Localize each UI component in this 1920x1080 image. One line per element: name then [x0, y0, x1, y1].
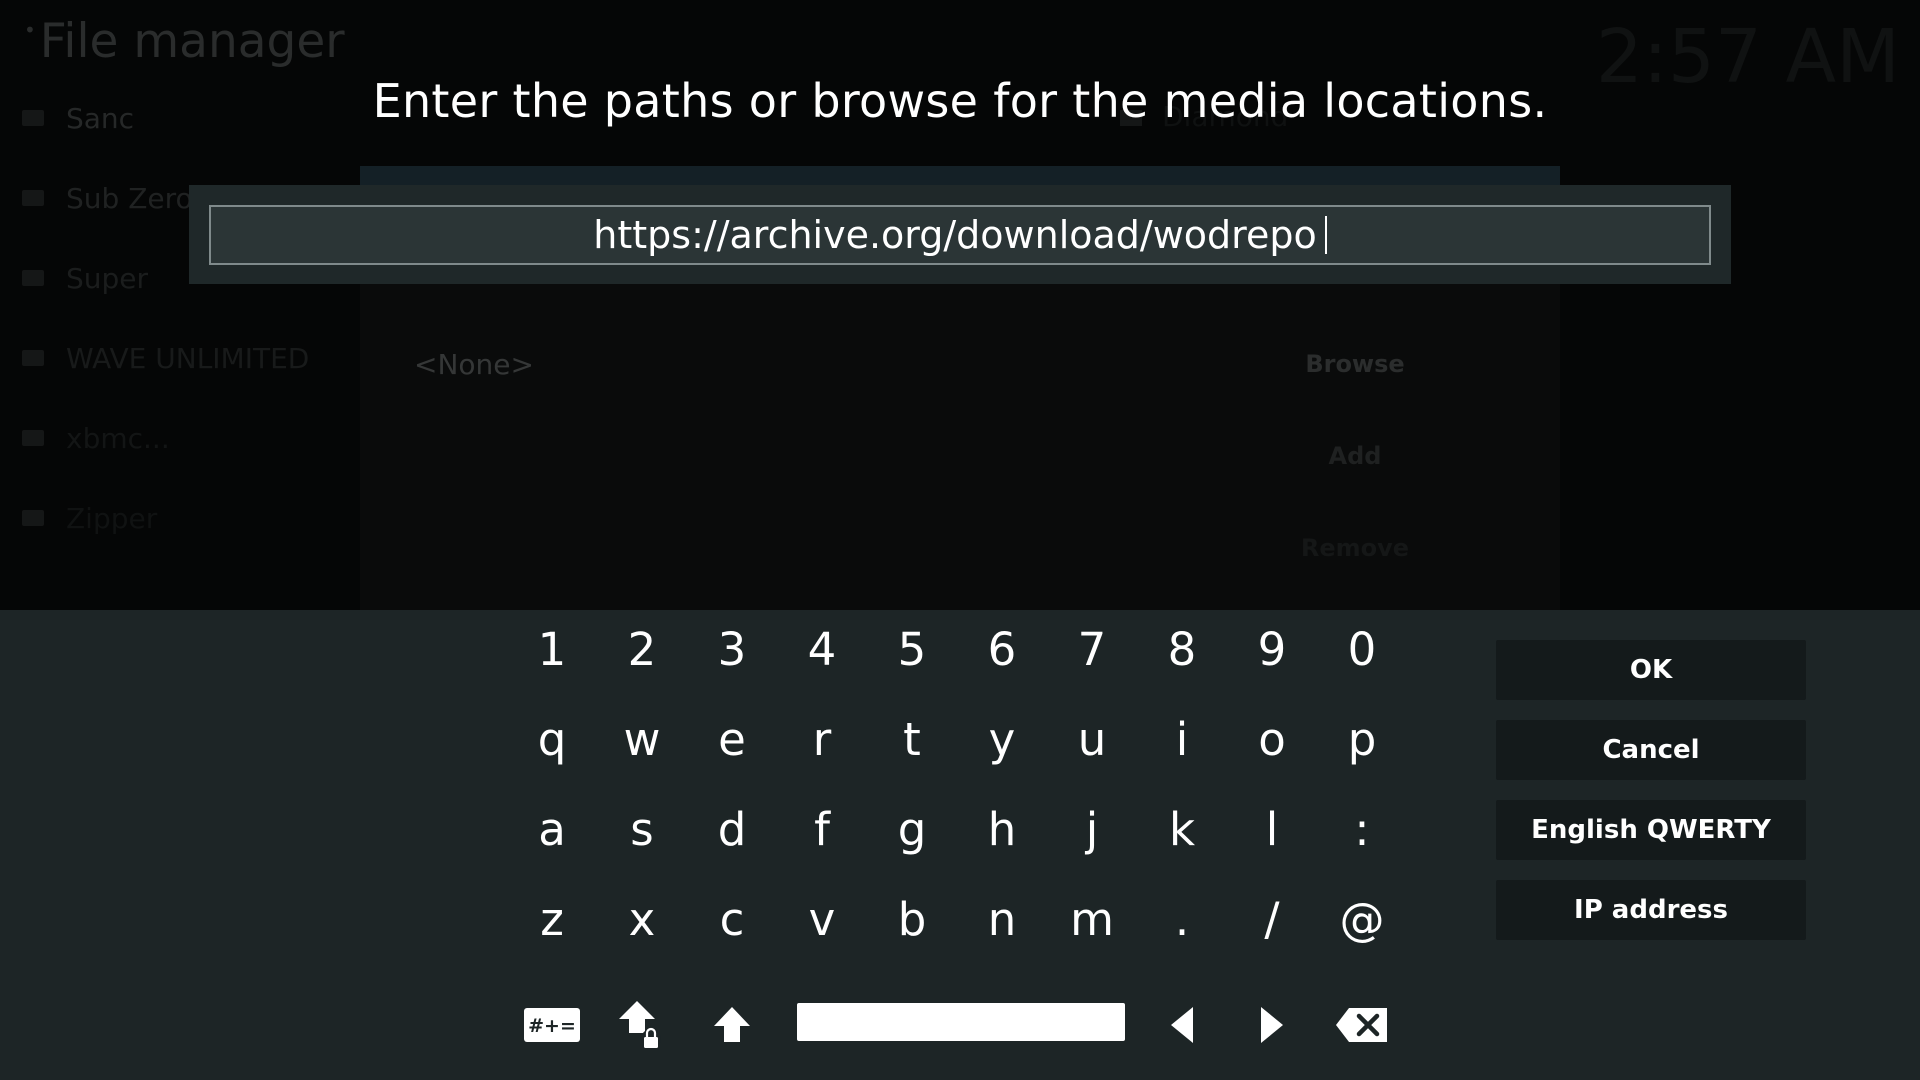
folder-icon: [22, 430, 44, 446]
key-e[interactable]: e: [692, 700, 772, 780]
folder-icon: [22, 190, 44, 206]
shift-icon: [714, 1007, 750, 1042]
ip-address-button[interactable]: IP address: [1496, 880, 1806, 940]
cursor-left-key[interactable]: [1142, 982, 1222, 1062]
bullet-icon: •: [24, 18, 36, 42]
ok-button[interactable]: OK: [1496, 640, 1806, 700]
caps-lock-icon: [619, 1001, 661, 1049]
key-f[interactable]: f: [782, 790, 862, 870]
key-d[interactable]: d: [692, 790, 772, 870]
key-h[interactable]: h: [962, 790, 1042, 870]
sidebar-item: Zipper: [22, 502, 157, 542]
path-input-value: https://archive.org/download/wodrepo: [593, 213, 1317, 257]
key-i[interactable]: i: [1142, 700, 1222, 780]
key-p[interactable]: p: [1322, 700, 1402, 780]
key-m[interactable]: m: [1052, 880, 1132, 960]
right-arrow-icon: [1261, 1007, 1283, 1043]
key-j[interactable]: j: [1052, 790, 1132, 870]
cancel-button[interactable]: Cancel: [1496, 720, 1806, 780]
key-c[interactable]: c: [692, 880, 772, 960]
key-colon[interactable]: :: [1322, 790, 1402, 870]
add-button: Add: [1328, 442, 1382, 470]
path-input[interactable]: https://archive.org/download/wodrepo: [209, 205, 1711, 265]
key-w[interactable]: w: [602, 700, 682, 780]
key-o[interactable]: o: [1232, 700, 1312, 780]
shift-key[interactable]: [692, 982, 772, 1062]
key-k[interactable]: k: [1142, 790, 1222, 870]
key-4[interactable]: 4: [782, 610, 862, 690]
panel-header-bar: [360, 166, 1560, 186]
key-slash[interactable]: /: [1232, 880, 1312, 960]
key-s[interactable]: s: [602, 790, 682, 870]
key-period[interactable]: .: [1142, 880, 1222, 960]
sidebar-item: Super: [22, 262, 148, 302]
key-g[interactable]: g: [872, 790, 952, 870]
key-6[interactable]: 6: [962, 610, 1042, 690]
key-b[interactable]: b: [872, 880, 952, 960]
on-screen-keyboard: 1 2 3 4 5 6 7 8 9 0 q w e r t y u i o p …: [0, 610, 1920, 1080]
dialog-heading: Enter the paths or browse for the media …: [372, 74, 1548, 128]
cursor-right-key[interactable]: [1232, 982, 1312, 1062]
backspace-key[interactable]: [1322, 982, 1402, 1062]
keyboard-layout-button[interactable]: English QWERTY: [1496, 800, 1806, 860]
key-2[interactable]: 2: [602, 610, 682, 690]
key-z[interactable]: z: [512, 880, 592, 960]
sidebar-item: xbmc...: [22, 422, 170, 462]
path-input-frame: https://archive.org/download/wodrepo: [189, 185, 1731, 284]
browse-button: Browse: [1305, 350, 1405, 378]
key-r[interactable]: r: [782, 700, 862, 780]
folder-icon: [22, 270, 44, 286]
remove-button: Remove: [1300, 534, 1410, 562]
key-x[interactable]: x: [602, 880, 682, 960]
sidebar-item: WAVE UNLIMITED: [22, 342, 309, 382]
sidebar-item: Sub Zero: [22, 182, 193, 222]
key-0[interactable]: 0: [1322, 610, 1402, 690]
folder-icon: [22, 350, 44, 366]
spacebar[interactable]: [797, 1003, 1125, 1041]
key-7[interactable]: 7: [1052, 610, 1132, 690]
folder-icon: [22, 510, 44, 526]
key-v[interactable]: v: [782, 880, 862, 960]
text-caret: [1324, 216, 1327, 254]
left-arrow-icon: [1171, 1007, 1193, 1043]
window-title: •File manager: [24, 14, 345, 69]
key-at[interactable]: @: [1322, 880, 1402, 960]
key-q[interactable]: q: [512, 700, 592, 780]
symbols-icon: #+=: [524, 1008, 580, 1042]
svg-text:#+=: #+=: [528, 1015, 576, 1037]
key-5[interactable]: 5: [872, 610, 952, 690]
key-t[interactable]: t: [872, 700, 952, 780]
caps-lock-key[interactable]: [602, 982, 682, 1062]
source-list-value: <None>: [414, 348, 534, 381]
key-8[interactable]: 8: [1142, 610, 1222, 690]
symbols-key[interactable]: #+=: [512, 982, 592, 1062]
key-9[interactable]: 9: [1232, 610, 1312, 690]
key-l[interactable]: l: [1232, 790, 1312, 870]
key-1[interactable]: 1: [512, 610, 592, 690]
key-n[interactable]: n: [962, 880, 1042, 960]
key-u[interactable]: u: [1052, 700, 1132, 780]
key-3[interactable]: 3: [692, 610, 772, 690]
key-y[interactable]: y: [962, 700, 1042, 780]
key-a[interactable]: a: [512, 790, 592, 870]
backspace-icon: [1336, 1008, 1387, 1042]
